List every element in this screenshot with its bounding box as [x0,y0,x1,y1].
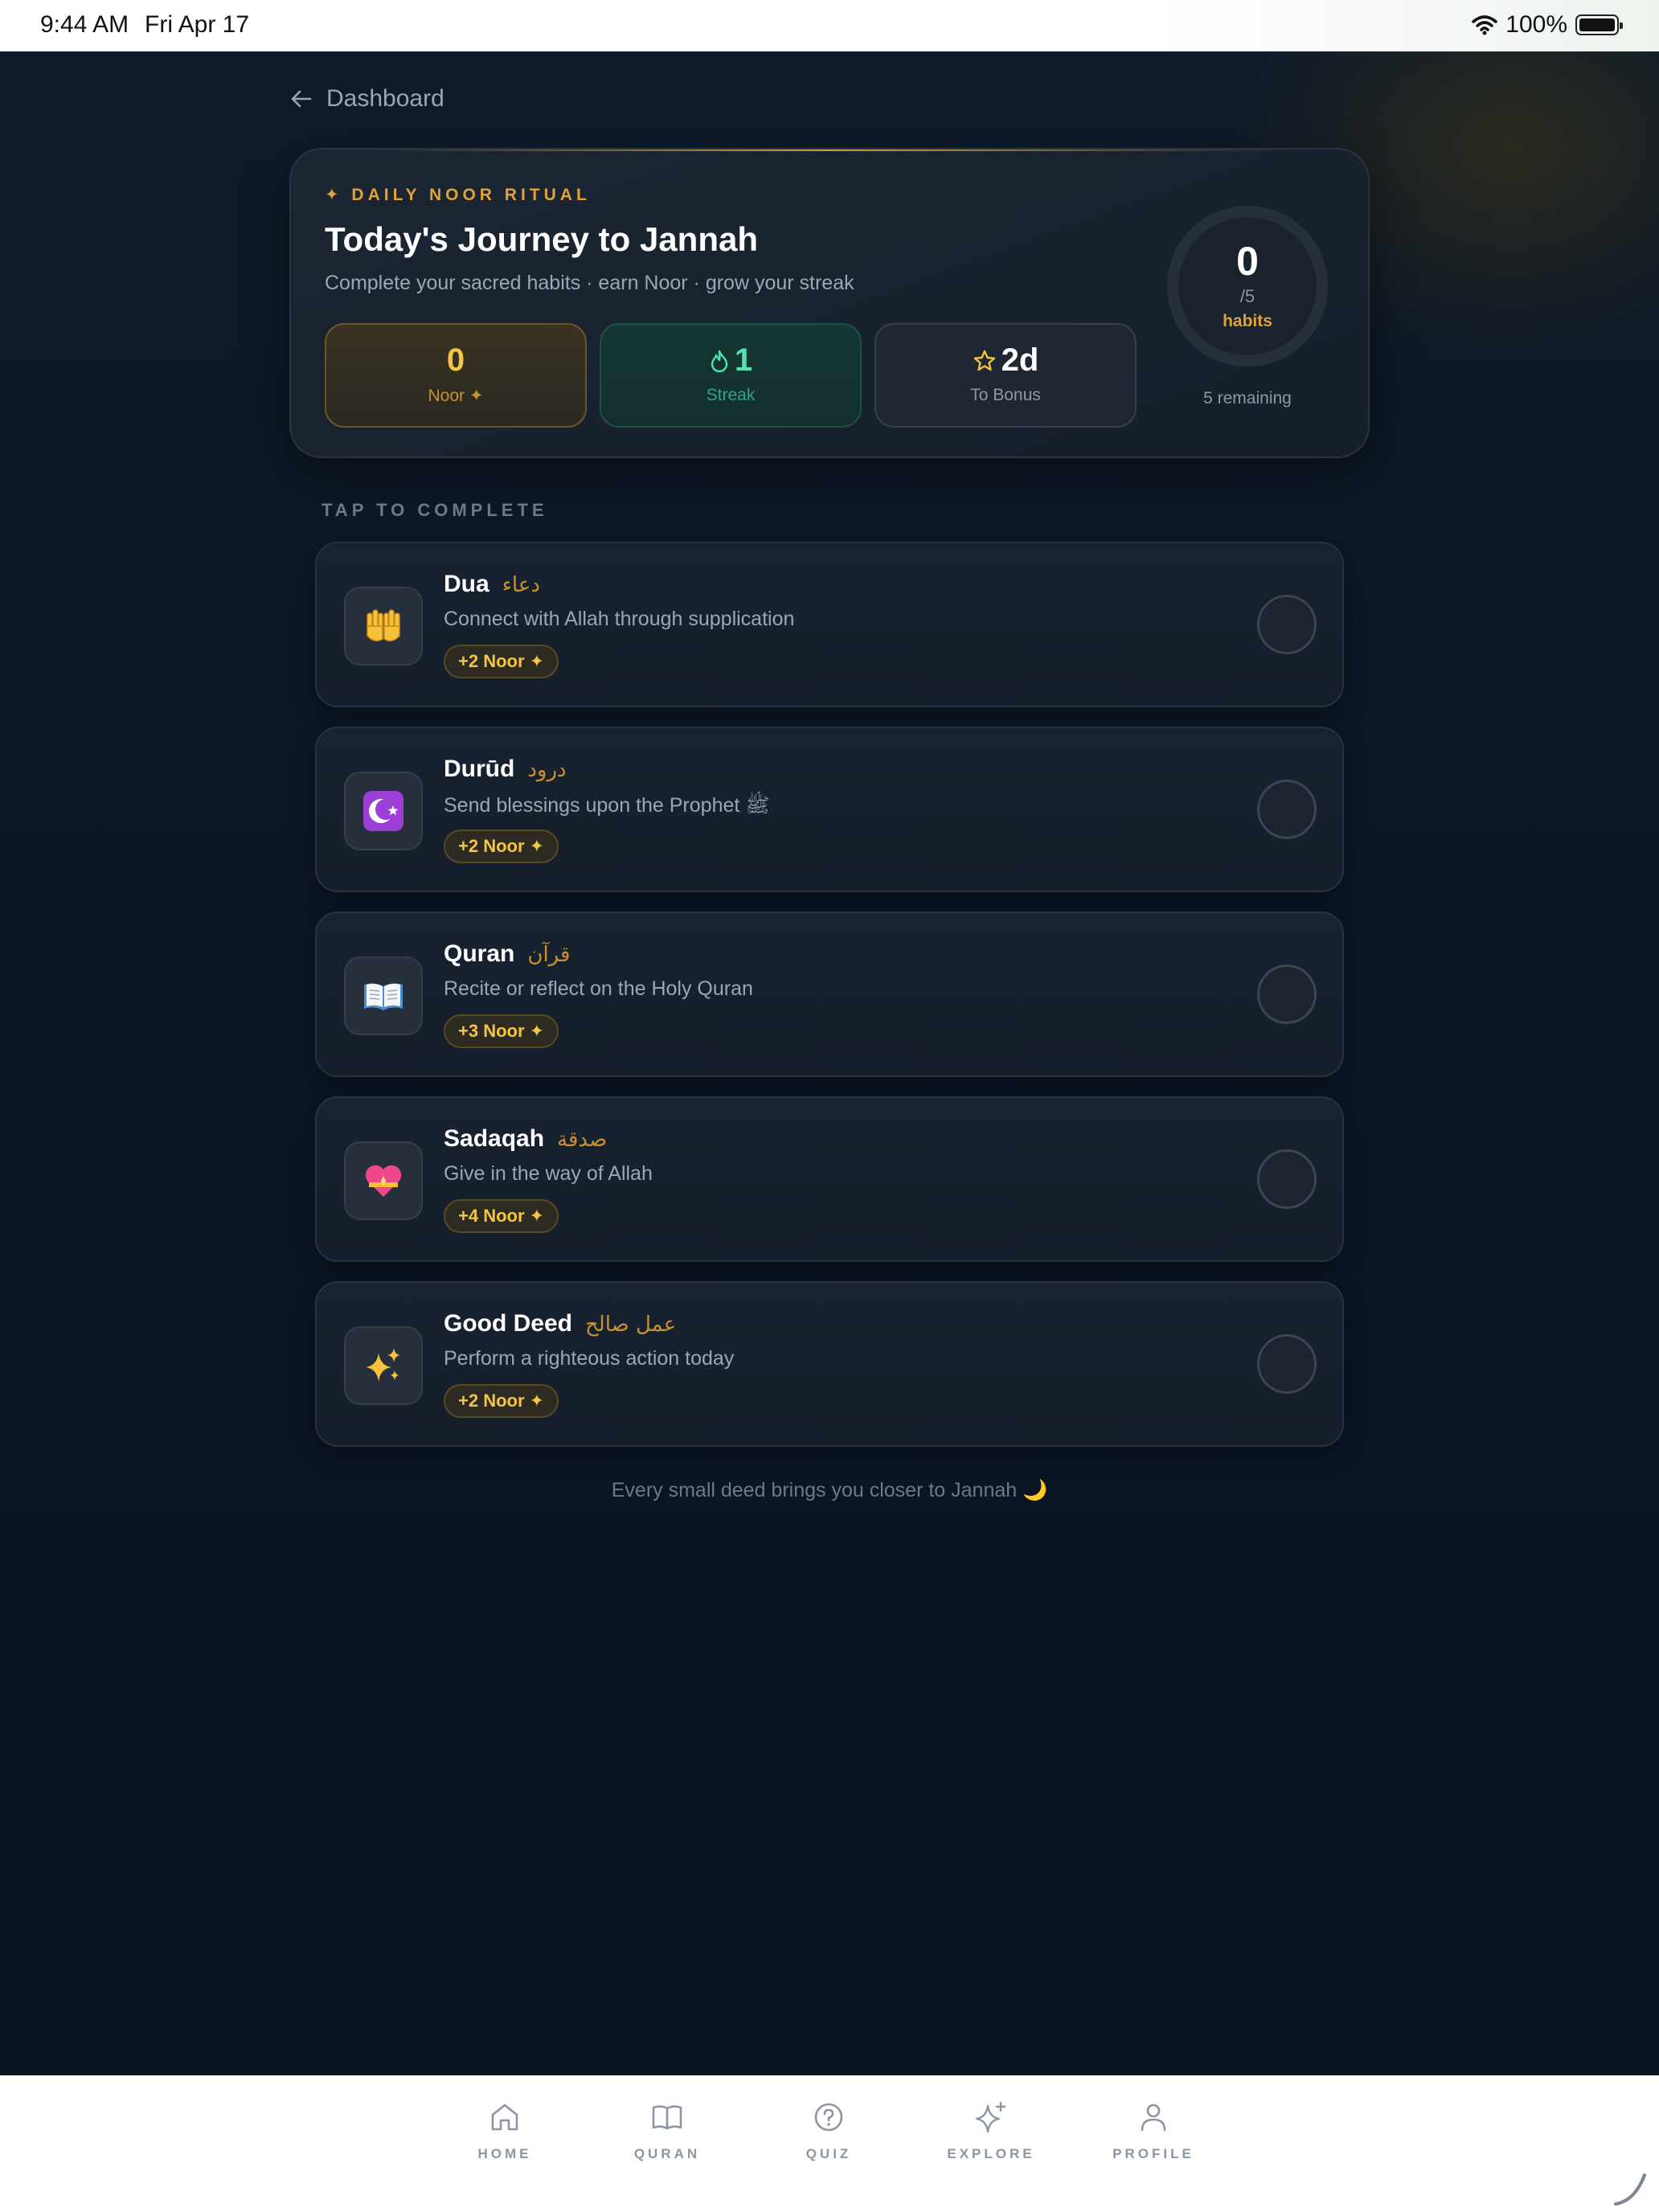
habit-description: Send blessings upon the Prophet ﷺ [444,794,770,817]
noor-reward-badge: +2 Noor ✦ [444,1384,559,1418]
habit-card-quran[interactable]: Quran قرآن Recite or reflect on the Holy… [315,911,1344,1077]
noor-reward-badge: +4 Noor ✦ [444,1199,559,1233]
status-time: 9:44 AM [40,11,129,38]
habit-card-durud[interactable]: Durūd درود Send blessings upon the Proph… [315,727,1344,892]
habits-total: /5 [1239,286,1256,306]
sparkle-icon [975,2101,1006,2133]
daily-ritual-card: ✦ DAILY NOOR RITUAL Today's Journey to J… [289,148,1370,458]
back-link-label: Dashboard [326,85,444,112]
raised-hands-icon [344,587,423,666]
noor-reward-badge: +2 Noor ✦ [444,830,559,863]
noor-reward-badge: +2 Noor ✦ [444,645,559,678]
tab-explore[interactable]: EXPLORE [927,2099,1055,2162]
wifi-icon [1472,15,1498,35]
noor-label: Noor ✦ [428,387,484,405]
habits-label: habits [1223,312,1272,330]
motivation-note: Every small deed brings you closer to Ja… [611,1479,1048,1501]
habit-arabic-name: صدقة [557,1128,608,1152]
habit-card-dua[interactable]: Dua دعاء Connect with Allah through supp… [315,542,1344,707]
battery-icon [1575,14,1623,35]
card-accent-line [371,150,1288,151]
habits-remaining: 5 remaining [1203,389,1292,408]
sparkles-icon [344,1326,423,1405]
streak-value: 1 [734,342,753,378]
tab-label: QUIZ [805,2146,852,2161]
noor-reward-badge: +3 Noor ✦ [444,1014,559,1048]
tab-quiz[interactable]: QUIZ [764,2099,893,2162]
tab-label: QURAN [633,2146,701,2161]
page-subtitle: Complete your sacred habits · earn Noor … [325,272,854,294]
heart-icon [344,1141,423,1220]
bonus-stat-card: 2d To Bonus [875,323,1137,428]
question-icon [814,2103,843,2132]
habit-description: Perform a righteous action today [444,1347,735,1370]
habit-list: Dua دعاء Connect with Allah through supp… [315,542,1344,1466]
section-title: TAP TO COMPLETE [322,500,548,520]
page-title: Today's Journey to Jannah [325,220,758,258]
habit-description: Connect with Allah through supplication [444,608,795,630]
complete-checkbox[interactable] [1257,595,1317,654]
habit-arabic-name: دعاء [502,573,540,597]
complete-checkbox[interactable] [1257,965,1317,1024]
habit-progress-ring: 0 /5 habits [1167,206,1328,367]
tab-label: HOME [477,2146,532,2161]
complete-checkbox[interactable] [1257,780,1317,839]
bottom-tab-bar: HOME QURAN QUIZ EXPLORE PROFILE [0,2075,1659,2212]
status-date: Fri Apr 17 [145,11,250,38]
habit-description: Give in the way of Allah [444,1162,653,1185]
habits-completed-count: 0 [1236,239,1259,284]
back-to-dashboard-link[interactable]: Dashboard [289,85,444,113]
status-bar: 9:44 AM Fri Apr 17 100% [0,0,1659,51]
crescent-icon [344,772,423,850]
battery-percent: 100% [1505,11,1567,38]
streak-stat-card: 1 Streak [600,323,862,428]
home-indicator-icon [1614,2173,1646,2206]
habit-description: Recite or reflect on the Holy Quran [444,977,753,1000]
bonus-label: To Bonus [970,386,1041,404]
person-icon [1141,2103,1166,2132]
habit-name: Dua [444,571,490,597]
book-icon [652,2105,682,2130]
tab-quran[interactable]: QURAN [603,2099,731,2162]
habit-name: Quran [444,940,515,967]
flame-icon [711,350,728,372]
star-icon [973,350,995,371]
tab-home[interactable]: HOME [440,2099,569,2162]
open-book-icon [344,956,423,1035]
habit-arabic-name: درود [527,758,567,782]
habit-card-sadaqah[interactable]: Sadaqah صدقة Give in the way of Allah +4… [315,1096,1344,1262]
tab-label: EXPLORE [947,2146,1035,2161]
streak-label: Streak [706,386,756,404]
status-indicators: 100% [1472,11,1623,39]
noor-stat-card: 0 Noor ✦ [325,323,587,428]
tab-label: PROFILE [1112,2146,1194,2161]
home-icon [491,2103,518,2131]
main-content: Dashboard ✦ DAILY NOOR RITUAL Today's Jo… [0,51,1659,2075]
habit-card-good-deed[interactable]: Good Deed عمل صالح Perform a righteous a… [315,1281,1344,1447]
bonus-value: 2d [1001,342,1039,378]
habit-arabic-name: قرآن [527,943,571,967]
habit-name: Sadaqah [444,1125,545,1152]
noor-value: 0 [446,342,465,378]
habit-name: Durūd [444,756,515,782]
eyebrow-label: ✦ DAILY NOOR RITUAL [325,186,591,204]
complete-checkbox[interactable] [1257,1334,1317,1394]
habit-arabic-name: عمل صالح [585,1313,677,1337]
habit-name: Good Deed [444,1310,573,1337]
arrow-left-icon [291,90,312,108]
complete-checkbox[interactable] [1257,1149,1317,1209]
tab-profile[interactable]: PROFILE [1089,2099,1218,2162]
